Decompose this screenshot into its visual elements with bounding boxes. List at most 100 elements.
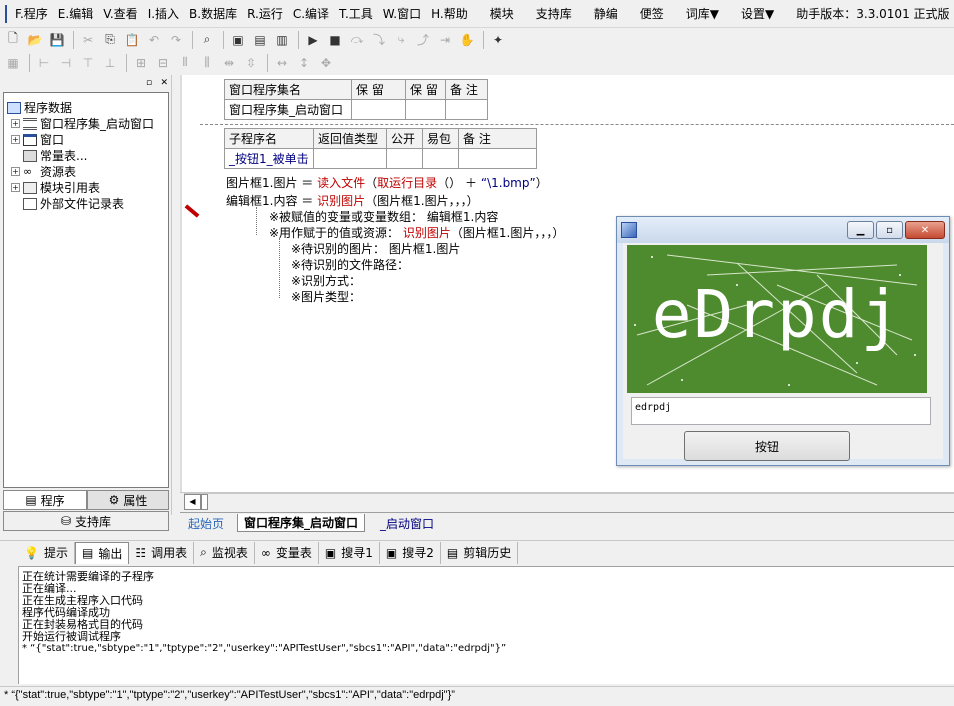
menu-window[interactable]: W.窗口	[378, 0, 426, 28]
expand-icon[interactable]: +	[11, 183, 20, 192]
cut-icon[interactable]: ✂	[78, 30, 98, 49]
table-cell[interactable]	[386, 148, 423, 169]
panel-close-icon[interactable]: ✕	[160, 78, 168, 88]
tab-variables[interactable]: ∞ 变量表	[255, 541, 319, 564]
code-line-1[interactable]: 图片框1.图片 ＝ 读入文件（取运行目录（） ＋ “\1.bmp”）	[226, 174, 548, 191]
tree-item-constants[interactable]: 常量表...	[23, 147, 87, 164]
tree-item-module-refs[interactable]: + 模块引用表	[11, 179, 100, 196]
tree-item-external-files[interactable]: 外部文件记录表	[23, 195, 124, 212]
align-right-icon[interactable]: ⊣	[56, 53, 76, 72]
tab-clip-history[interactable]: ▤ 剪辑历史	[441, 541, 519, 564]
menu-static-compile[interactable]: 静编	[589, 0, 623, 28]
breakpoint-marker-icon[interactable]	[184, 204, 200, 218]
menu-database[interactable]: B.数据库	[184, 0, 242, 28]
tab-watch[interactable]: ⌕ 监视表	[194, 541, 255, 564]
table-cell[interactable]	[422, 148, 459, 169]
menu-view[interactable]: V.查看	[98, 0, 142, 28]
close-icon[interactable]: ✕	[905, 221, 945, 239]
menu-insert[interactable]: I.插入	[143, 0, 184, 28]
open-folder-icon[interactable]: 📂	[25, 30, 45, 49]
copy-icon[interactable]: ⎘	[100, 30, 120, 49]
undo-icon[interactable]: ↶	[144, 30, 164, 49]
tab-start-page[interactable]: 起始页	[188, 515, 224, 532]
menu-compile[interactable]: C.编译	[288, 0, 334, 28]
expand-icon[interactable]: +	[11, 135, 20, 144]
table-cell[interactable]	[405, 99, 446, 120]
result-textbox[interactable]: edrpdj	[631, 397, 931, 425]
layout-split-icon[interactable]: ▤	[250, 30, 270, 49]
menu-settings[interactable]: 设置▼	[736, 0, 779, 28]
table-cell[interactable]	[458, 148, 537, 169]
menu-edit[interactable]: E.编辑	[53, 0, 98, 28]
tab-startup-window[interactable]: _启动窗口	[380, 515, 434, 532]
menu-lexicon[interactable]: 词库▼	[681, 0, 724, 28]
center-vertical-icon[interactable]: ⊟	[153, 53, 173, 72]
center-horizontal-icon[interactable]: ⊞	[131, 53, 151, 72]
output-panel[interactable]: 正在统计需要编译的子程序 正在编译... 正在生成主程序入口代码 程序代码编译成…	[18, 566, 954, 684]
code-line-2[interactable]: 编辑框1.内容 ＝ 识别图片（图片框1.图片，，，）	[226, 192, 479, 209]
table-cell[interactable]: _按钮1_被单击	[224, 148, 314, 169]
step-icon[interactable]: ⤼	[347, 30, 367, 49]
tab-assembly-startup[interactable]: 窗口程序集_启动窗口	[237, 514, 366, 532]
step-out-icon[interactable]: ⤴	[413, 30, 433, 49]
resize-width-icon[interactable]: ↔	[272, 53, 292, 72]
align-top-icon[interactable]: ⊤	[78, 53, 98, 72]
panel-pin-icon[interactable]: ▫	[146, 78, 152, 88]
save-icon[interactable]: 💾	[47, 30, 67, 49]
menu-program[interactable]: F.程序	[10, 0, 53, 28]
table-cell[interactable]	[313, 148, 387, 169]
tab-program[interactable]: ▤ 程序	[3, 490, 87, 510]
grid-icon[interactable]: ▦	[3, 53, 23, 72]
run-icon[interactable]: ▶	[303, 30, 323, 49]
expand-icon[interactable]: +	[11, 119, 20, 128]
menu-run[interactable]: R.运行	[242, 0, 288, 28]
align-left-icon[interactable]: ⊢	[34, 53, 54, 72]
find-icon[interactable]: ⌕	[197, 30, 217, 49]
same-width-icon[interactable]: ⇹	[219, 53, 239, 72]
tree-root[interactable]: 程序数据	[7, 99, 72, 116]
menu-tools[interactable]: T.工具	[334, 0, 378, 28]
tab-search2[interactable]: ▣ 搜寻2	[380, 541, 441, 564]
tree-item-window[interactable]: + 窗口	[11, 131, 64, 148]
tab-output[interactable]: ▤ 输出	[74, 541, 130, 564]
menu-module[interactable]: 模块	[485, 0, 519, 28]
paste-icon[interactable]: 📋	[122, 30, 142, 49]
maximize-icon[interactable]: ▫	[876, 221, 903, 239]
menu-support-lib[interactable]: 支持库	[531, 0, 577, 28]
scroll-left-icon[interactable]: ◀	[184, 494, 201, 510]
tab-property[interactable]: ⚙ 属性	[87, 490, 169, 510]
minimize-icon[interactable]: ▁	[847, 221, 874, 239]
run-to-cursor-icon[interactable]: ⇥	[435, 30, 455, 49]
scroll-thumb[interactable]	[201, 494, 208, 510]
menu-notes[interactable]: 便签	[635, 0, 669, 28]
window-titlebar[interactable]: ▁ ▫ ✕	[617, 217, 949, 243]
menu-help[interactable]: H.帮助	[426, 0, 473, 28]
debug-star-icon[interactable]: ✦	[488, 30, 508, 49]
space-vertical-icon[interactable]: ⫼	[197, 53, 217, 72]
resize-height-icon[interactable]: ↕	[294, 53, 314, 72]
table-cell[interactable]	[445, 99, 488, 120]
same-height-icon[interactable]: ⇳	[241, 53, 261, 72]
layout-window-icon[interactable]: ▣	[228, 30, 248, 49]
step-into-icon[interactable]: ⤵	[369, 30, 389, 49]
tab-support-lib[interactable]: ⛁ 支持库	[3, 511, 169, 531]
tree-item-resources[interactable]: + ∞ 资源表	[11, 163, 76, 180]
recognize-button[interactable]: 按钮	[684, 431, 850, 461]
tree-item-assembly[interactable]: + 窗口程序集_启动窗口	[11, 115, 154, 132]
step-over-icon[interactable]: ⤷	[391, 30, 411, 49]
stop-icon[interactable]: ■	[325, 30, 345, 49]
redo-icon[interactable]: ↷	[166, 30, 186, 49]
hand-icon[interactable]: ✋	[457, 30, 477, 49]
tab-call-stack[interactable]: ☷ 调用表	[129, 541, 195, 564]
table-cell[interactable]	[351, 99, 406, 120]
table-cell[interactable]: 窗口程序集_启动窗口	[224, 99, 352, 120]
expand-icon[interactable]: +	[11, 167, 20, 176]
resize-both-icon[interactable]: ✥	[316, 53, 336, 72]
new-file-icon[interactable]: 🗋	[3, 30, 23, 49]
tab-hint[interactable]: 💡 提示	[18, 541, 75, 564]
layout-panel-icon[interactable]: ▥	[272, 30, 292, 49]
space-horizontal-icon[interactable]: ⫴	[175, 53, 195, 72]
horizontal-scrollbar[interactable]: ◀	[184, 493, 954, 510]
tab-search1[interactable]: ▣ 搜寻1	[319, 541, 380, 564]
align-bottom-icon[interactable]: ⊥	[100, 53, 120, 72]
